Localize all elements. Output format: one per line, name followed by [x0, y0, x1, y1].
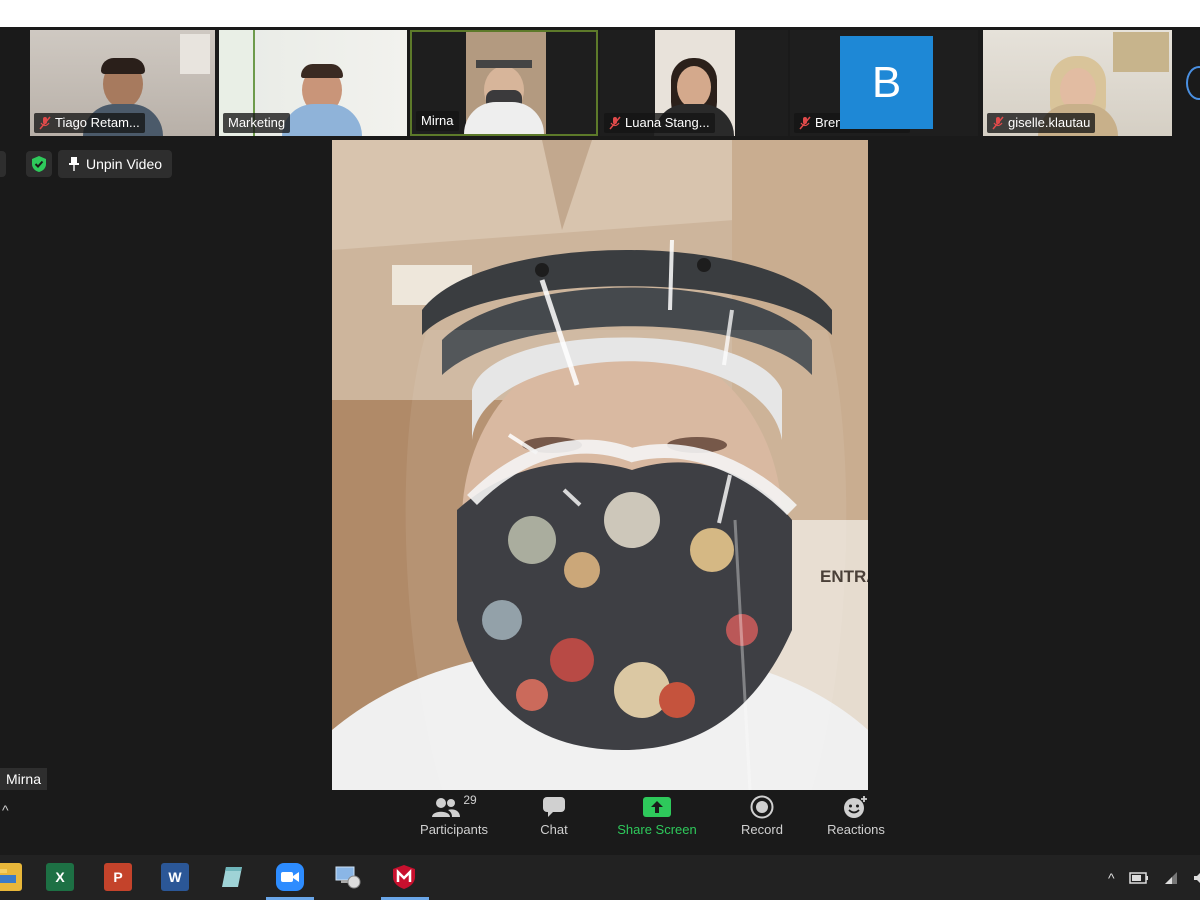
excel-icon[interactable]: X: [46, 863, 74, 891]
participant-name-label: giselle.klautau: [987, 113, 1096, 133]
participant-video: [464, 54, 544, 134]
chat-button[interactable]: Chat: [534, 792, 574, 837]
battery-icon[interactable]: [1128, 871, 1149, 884]
participant-name-label: Tiago Retam...: [34, 113, 145, 133]
share-screen-label: Share Screen: [617, 822, 697, 837]
participant-tile-luana[interactable]: Luana Stang...: [600, 30, 788, 136]
avatar: B: [840, 36, 933, 129]
pin-icon: [69, 157, 79, 171]
speaker-video-frame: [332, 140, 868, 790]
zoom-icon[interactable]: [276, 863, 304, 891]
chevron-up-icon[interactable]: ^: [1108, 870, 1115, 886]
record-icon: [750, 795, 774, 819]
participant-tile-tiago[interactable]: Tiago Retam...: [30, 30, 215, 136]
record-label: Record: [741, 822, 783, 837]
reactions-icon: [844, 796, 867, 818]
notes-icon[interactable]: [218, 863, 246, 891]
speaker-name-label: Mirna: [0, 768, 48, 790]
participant-tile-mirna[interactable]: Mirna: [410, 30, 598, 136]
system-tray: ^: [1108, 855, 1200, 900]
unpin-video-button[interactable]: Unpin Video: [58, 150, 173, 178]
share-screen-button[interactable]: Share Screen: [612, 792, 702, 837]
toolbar-edge: [0, 151, 6, 177]
participant-name-label: Luana Stang...: [604, 113, 715, 133]
mcafee-icon[interactable]: [390, 863, 418, 891]
muted-mic-icon: [992, 116, 1004, 130]
participant-name-label: Mirna: [416, 111, 459, 131]
participant-tile-marketing[interactable]: Marketing: [219, 30, 407, 136]
muted-mic-icon: [799, 116, 811, 130]
video-toolbar: Unpin Video: [0, 150, 173, 178]
volume-icon[interactable]: [1193, 871, 1200, 885]
share-screen-icon: [643, 797, 671, 817]
participants-icon: [432, 798, 461, 817]
reactions-button[interactable]: Reactions: [822, 792, 890, 837]
reactions-label: Reactions: [827, 822, 885, 837]
windows-taskbar: X P W ^: [0, 855, 1200, 900]
wifi-icon[interactable]: [1163, 871, 1179, 885]
window-top-bar: [0, 0, 1200, 27]
participant-video: [282, 56, 363, 136]
unpin-video-label: Unpin Video: [86, 156, 163, 172]
meeting-controls: 29 Participants Chat Share Screen Record…: [0, 792, 1200, 854]
network-icon[interactable]: [334, 863, 362, 891]
security-shield-icon[interactable]: [26, 151, 52, 177]
participants-button[interactable]: 29 Participants: [417, 792, 491, 837]
powerpoint-icon[interactable]: P: [104, 863, 132, 891]
wall-sign-text: ENTRA: [820, 567, 868, 586]
chat-icon: [543, 797, 565, 817]
participants-count: 29: [463, 793, 477, 807]
participants-label: Participants: [420, 822, 488, 837]
active-speaker-video[interactable]: ENTRA: [332, 140, 868, 790]
word-icon[interactable]: W: [161, 863, 189, 891]
muted-mic-icon: [609, 116, 621, 130]
record-button[interactable]: Record: [737, 792, 787, 837]
participant-tile-giselle[interactable]: giselle.klautau: [983, 30, 1172, 136]
participant-name-label: Marketing: [223, 113, 291, 133]
muted-mic-icon: [39, 116, 51, 130]
file-explorer-icon[interactable]: [0, 863, 22, 891]
chat-label: Chat: [540, 822, 568, 837]
